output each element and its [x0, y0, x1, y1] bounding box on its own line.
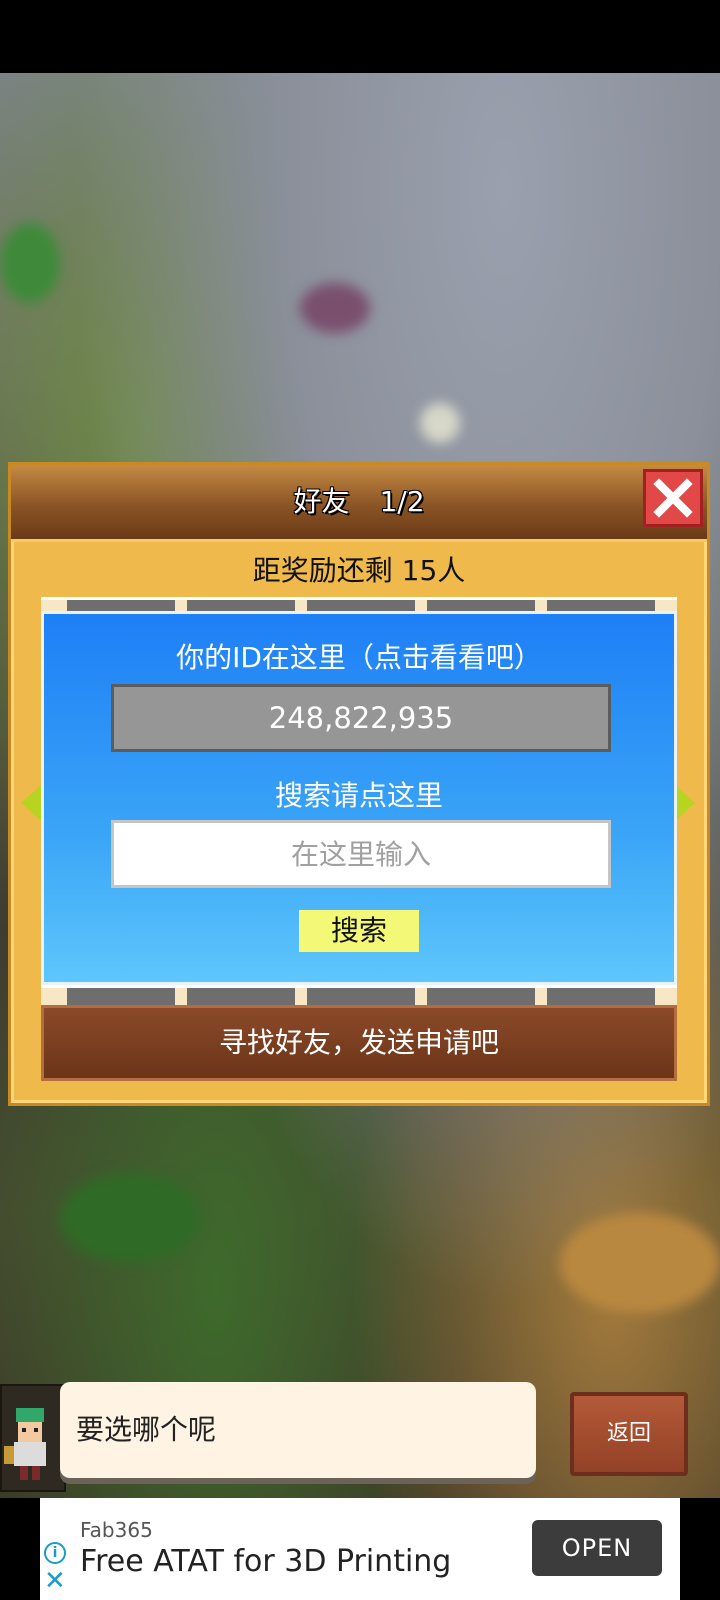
dialog-title-text: 好友: [293, 485, 350, 518]
ad-source: Fab365: [80, 1518, 153, 1542]
search-input[interactable]: [111, 820, 611, 888]
page-indicator: 1/2: [379, 485, 425, 518]
tab-divider: [427, 988, 535, 1006]
close-icon[interactable]: ✕: [44, 1568, 66, 1594]
close-icon: [653, 478, 693, 518]
search-label: 搜索请点这里: [274, 779, 443, 812]
ad-open-button[interactable]: OPEN: [532, 1520, 662, 1576]
ad-banner[interactable]: i ✕ Fab365 Free ATAT for 3D Printing OPE…: [40, 1498, 680, 1600]
blurred-scene-object: [0, 223, 60, 303]
tab-divider: [307, 988, 415, 1006]
id-search-panel: 你的ID在这里（点击看看吧） 248,822,935 搜索请点这里 搜索: [41, 611, 677, 985]
user-id-field[interactable]: 248,822,935: [111, 684, 611, 752]
blurred-scene-object: [420, 403, 460, 443]
reward-remaining-text: 距奖励还剩 15人: [252, 554, 466, 587]
tab-divider: [547, 988, 655, 1006]
info-icon[interactable]: i: [44, 1542, 66, 1564]
character-avatar-icon: [4, 1408, 46, 1480]
friends-dialog: 好友 1/2 距奖励还剩 15人 你的ID在这里（点击看看吧） 248,822,9…: [8, 462, 710, 1106]
back-button[interactable]: 返回: [570, 1392, 688, 1476]
speech-bubble: 要选哪个呢: [60, 1382, 536, 1478]
search-button[interactable]: 搜索: [299, 910, 419, 952]
blurred-scene-object: [560, 1213, 720, 1313]
prev-page-arrow-icon[interactable]: [21, 785, 41, 821]
next-page-arrow-icon[interactable]: [675, 785, 695, 821]
tab-strip-bottom: [41, 985, 677, 1006]
close-button[interactable]: [643, 469, 703, 527]
find-friends-button[interactable]: 寻找好友，发送申请吧: [41, 1005, 677, 1081]
ad-title[interactable]: Free ATAT for 3D Printing: [80, 1544, 451, 1579]
character-portrait: [0, 1384, 66, 1492]
blurred-scene-object: [300, 283, 370, 333]
blurred-scene-object: [60, 1173, 200, 1263]
dialog-title: 好友 1/2: [11, 465, 707, 539]
tab-divider: [187, 988, 295, 1006]
status-bar: [0, 0, 720, 73]
your-id-label[interactable]: 你的ID在这里（点击看看吧）: [44, 636, 674, 676]
tab-divider: [67, 988, 175, 1006]
